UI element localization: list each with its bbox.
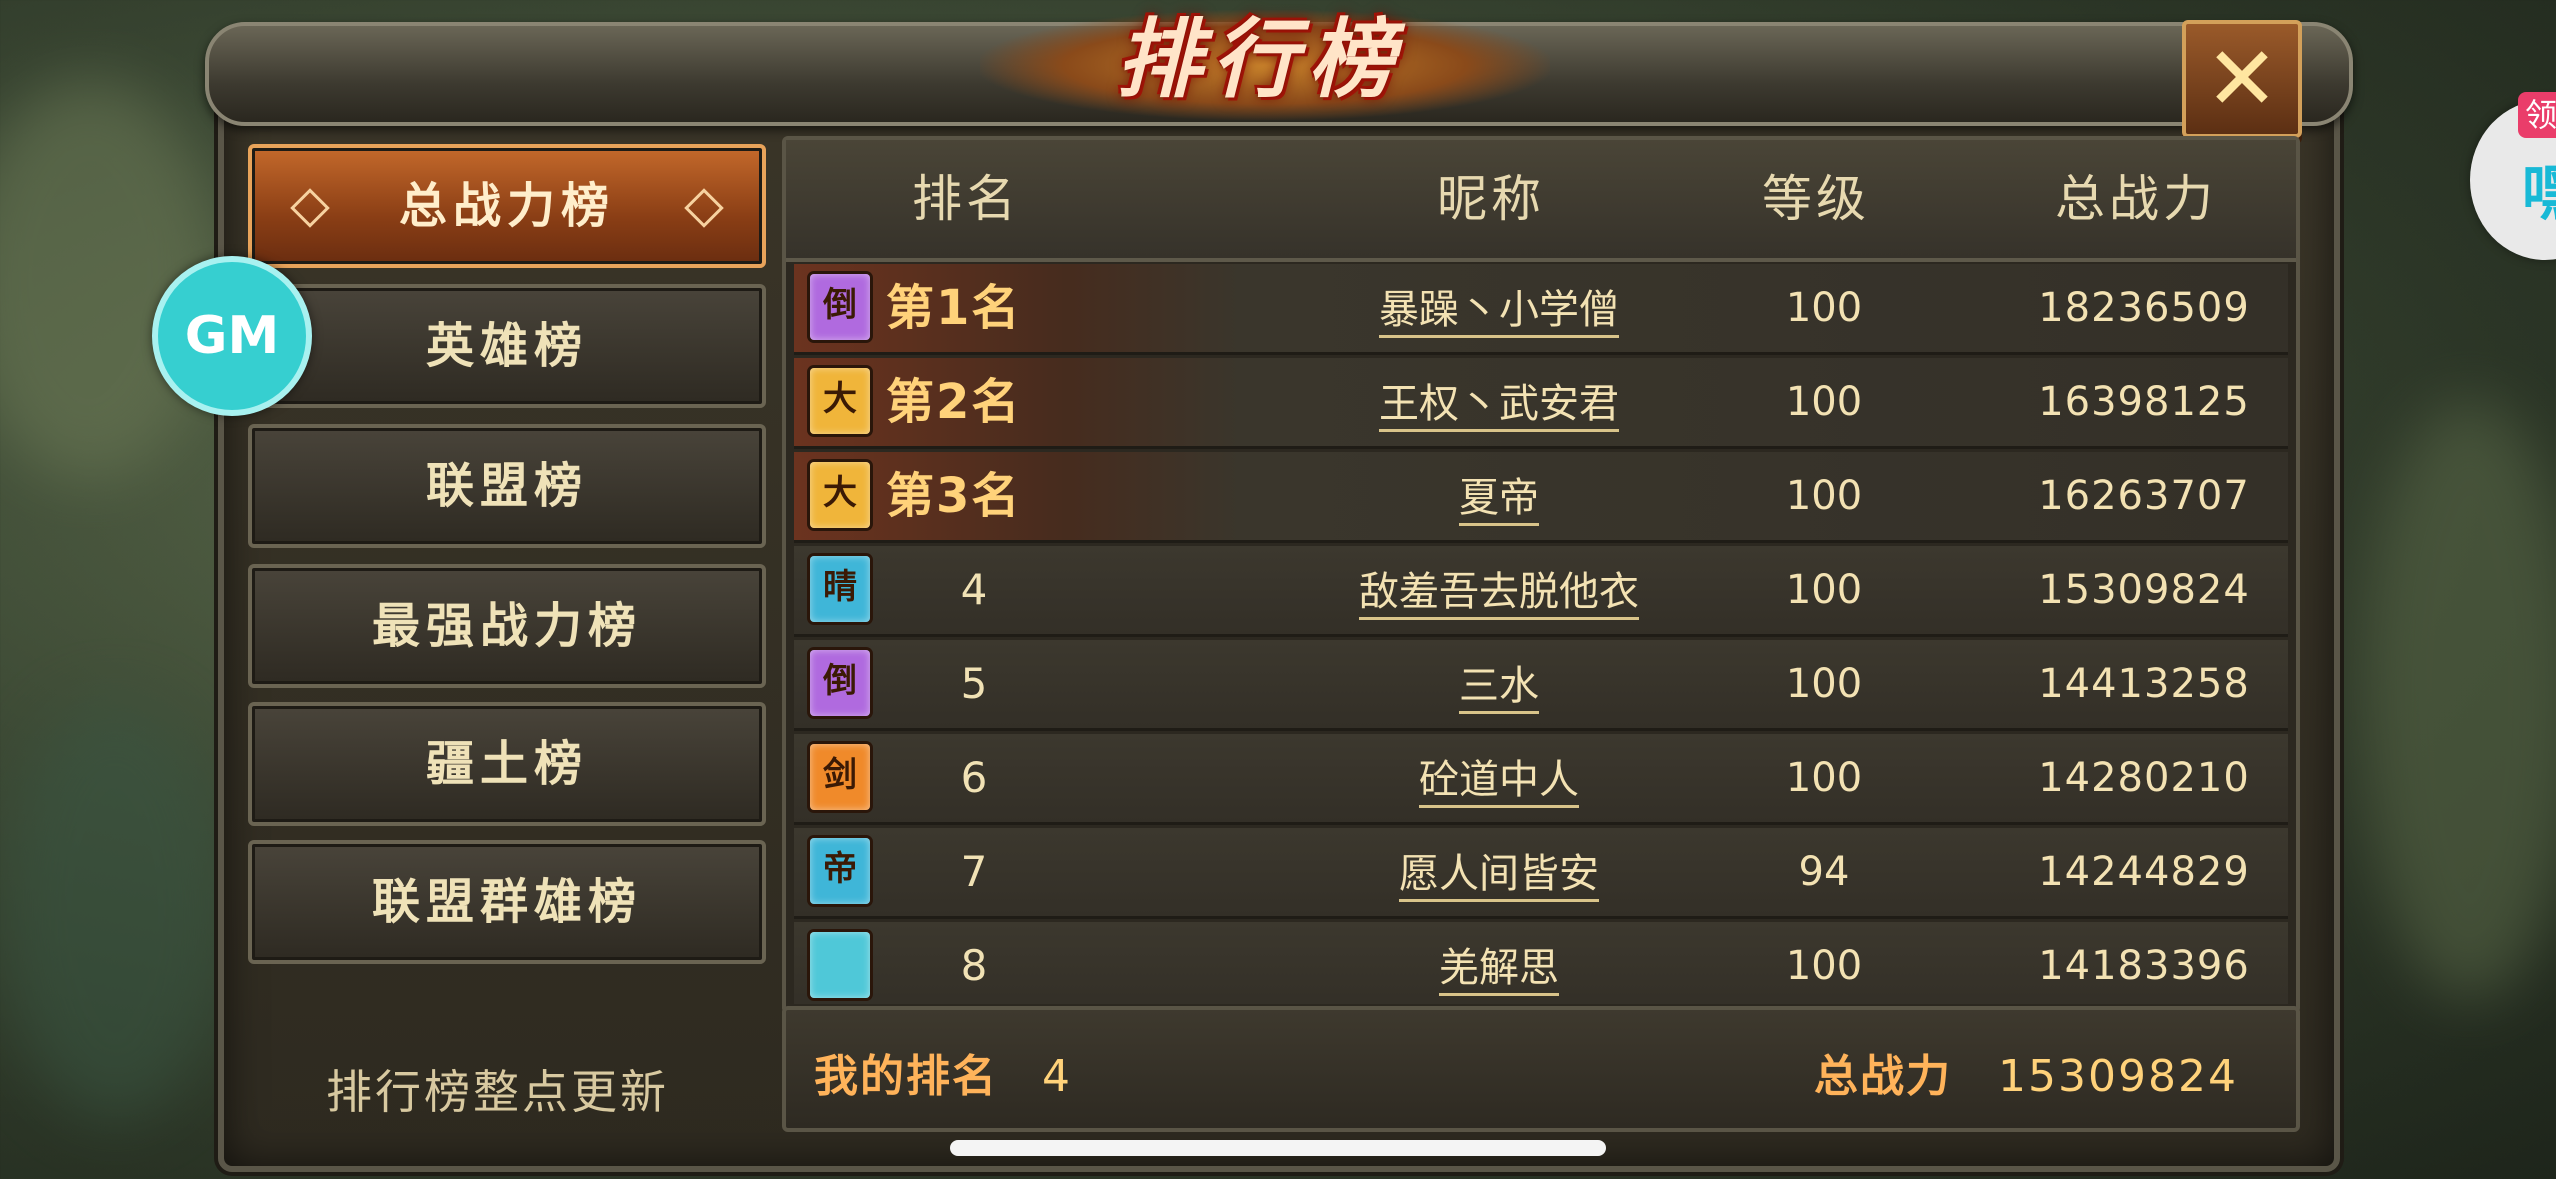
player-level: 100 bbox=[1785, 755, 1863, 801]
table-rows[interactable]: 倒 第1名 暴躁丶小学僧 100 18236509 大 第2名 王权丶武安君 1… bbox=[794, 264, 2288, 1004]
tab-total-power[interactable]: 总战力榜 bbox=[248, 144, 766, 268]
player-level: 100 bbox=[1785, 473, 1863, 519]
table-row[interactable]: 晴 4 敌羞吾去脱他衣 100 15309824 bbox=[794, 546, 2288, 637]
banner-badge-icon: 晴 bbox=[810, 556, 870, 622]
player-power: 18236509 bbox=[2038, 285, 2250, 331]
window-title: 排行榜 bbox=[1116, 9, 1404, 110]
background-blot bbox=[0, 700, 230, 1120]
widget-text: 嘿 bbox=[2522, 159, 2556, 229]
player-level: 94 bbox=[1798, 849, 1850, 895]
banner-badge-icon: 大 bbox=[810, 462, 870, 528]
rank-label: 第1名 bbox=[886, 280, 1022, 336]
banner-badge-icon: 帝 bbox=[810, 838, 870, 904]
table-row[interactable]: 大 第3名 夏帝 100 16263707 bbox=[794, 452, 2288, 543]
gm-floating-button[interactable]: GM bbox=[152, 256, 312, 416]
player-power: 16263707 bbox=[2038, 473, 2250, 519]
tab-label: 疆土榜 bbox=[425, 736, 588, 792]
my-power-value: 15309824 bbox=[1998, 1051, 2238, 1102]
player-level: 100 bbox=[1785, 943, 1863, 989]
tab-heroes[interactable]: 英雄榜 bbox=[248, 284, 766, 408]
rank-number: 6 bbox=[960, 753, 988, 802]
rank-number: 8 bbox=[960, 941, 988, 990]
player-level: 100 bbox=[1785, 661, 1863, 707]
rank-label: 第2名 bbox=[886, 374, 1022, 430]
tab-alliance[interactable]: 联盟榜 bbox=[248, 424, 766, 548]
update-note: 排行榜整点更新 bbox=[326, 1065, 669, 1119]
player-power: 14244829 bbox=[2038, 849, 2250, 895]
player-level: 100 bbox=[1785, 285, 1863, 331]
banner-badge-icon bbox=[810, 932, 870, 998]
gm-label: GM bbox=[184, 306, 280, 366]
close-x-icon: ✕ bbox=[2205, 27, 2279, 130]
tab-label: 最强战力榜 bbox=[371, 598, 642, 654]
banner-badge-icon: 倒 bbox=[810, 274, 870, 340]
player-power: 14413258 bbox=[2038, 661, 2250, 707]
my-rank-value: 4 bbox=[1042, 1051, 1072, 1102]
player-level: 100 bbox=[1785, 567, 1863, 613]
player-power: 16398125 bbox=[2038, 379, 2250, 425]
diamond-ornament-icon bbox=[290, 188, 330, 228]
table-row[interactable]: 剑 6 砼道中人 100 14280210 bbox=[794, 734, 2288, 825]
tab-territory[interactable]: 疆土榜 bbox=[248, 702, 766, 826]
tab-label: 总战力榜 bbox=[398, 178, 615, 234]
banner-badge-icon: 倒 bbox=[810, 650, 870, 716]
rank-number: 7 bbox=[960, 847, 988, 896]
header-power: 总战力 bbox=[2055, 170, 2217, 228]
diamond-ornament-icon bbox=[684, 188, 724, 228]
close-button[interactable]: ✕ bbox=[2182, 20, 2302, 138]
tab-label: 英雄榜 bbox=[425, 318, 588, 374]
table-row[interactable]: 帝 7 愿人间皆安 94 14244829 bbox=[794, 828, 2288, 919]
table-row[interactable]: 大 第2名 王权丶武安君 100 16398125 bbox=[794, 358, 2288, 449]
background-blot bbox=[2360, 400, 2556, 1000]
rank-number: 4 bbox=[960, 565, 988, 614]
table-row[interactable]: 倒 第1名 暴躁丶小学僧 100 18236509 bbox=[794, 264, 2288, 355]
player-power: 15309824 bbox=[2038, 567, 2250, 613]
tab-label: 联盟榜 bbox=[425, 458, 588, 514]
banner-badge-icon: 大 bbox=[810, 368, 870, 434]
tab-strongest-power[interactable]: 最强战力榜 bbox=[248, 564, 766, 688]
table-row[interactable]: 8 羌解思 100 14183396 bbox=[794, 922, 2288, 1004]
tab-label: 联盟群雄榜 bbox=[371, 874, 642, 930]
tab-alliance-heroes[interactable]: 联盟群雄榜 bbox=[248, 840, 766, 964]
header-level: 等级 bbox=[1762, 170, 1870, 228]
home-indicator[interactable] bbox=[950, 1140, 1606, 1156]
widget-tag: 领 bbox=[2518, 92, 2556, 138]
rank-label: 第3名 bbox=[886, 468, 1022, 524]
table-row[interactable]: 倒 5 三水 100 14413258 bbox=[794, 640, 2288, 731]
table-header: 排名 昵称 等级 总战力 bbox=[786, 140, 2296, 262]
player-level: 100 bbox=[1785, 379, 1863, 425]
player-power: 14183396 bbox=[2038, 943, 2250, 989]
my-rank-label: 我的排名 bbox=[814, 1051, 998, 1102]
ranking-table: 排名 昵称 等级 总战力 倒 第1名 暴躁丶小学僧 100 18236509 大… bbox=[782, 136, 2300, 1014]
header-rank: 排名 bbox=[912, 170, 1020, 228]
player-power: 14280210 bbox=[2038, 755, 2250, 801]
my-rank-bar: 我的排名 4 总战力 15309824 bbox=[782, 1006, 2300, 1132]
my-power-label: 总战力 bbox=[1814, 1051, 1952, 1102]
banner-badge-icon: 剑 bbox=[810, 744, 870, 810]
rank-number: 5 bbox=[960, 659, 988, 708]
